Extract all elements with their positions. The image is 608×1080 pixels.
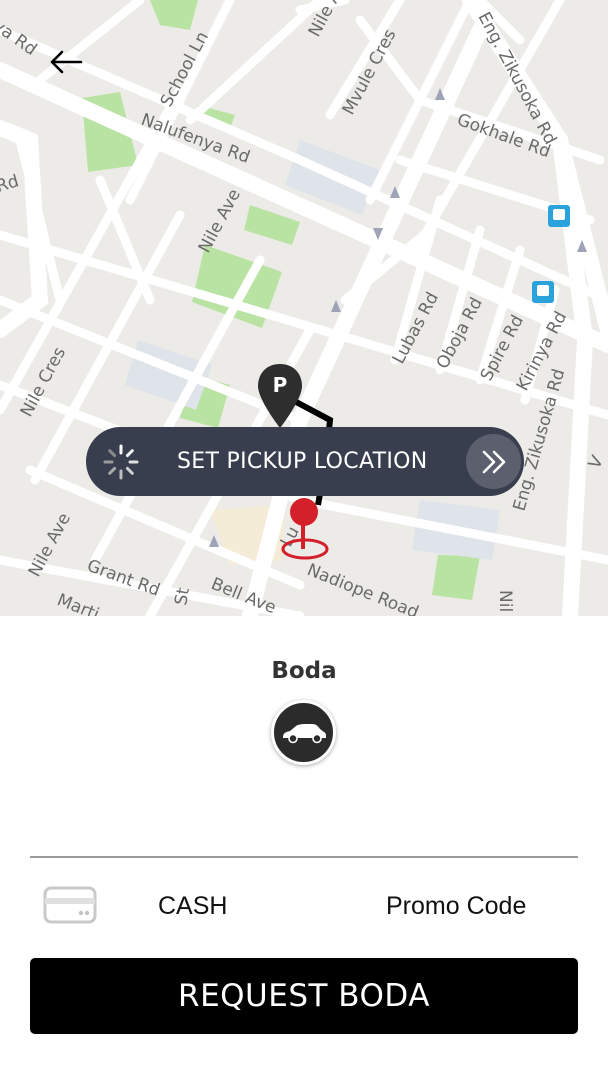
bus-stop-icon[interactable] — [532, 281, 554, 303]
arrow-left-icon — [50, 50, 83, 74]
street-label: St — [171, 586, 194, 607]
divider — [30, 856, 578, 858]
street-label: Nadiope Road — [304, 560, 421, 616]
street-label: V — [585, 452, 608, 472]
payment-method[interactable]: CASH — [158, 892, 227, 921]
street-label: Marti — [54, 590, 102, 616]
street-label: Rd — [0, 171, 21, 196]
double-chevron-right-icon — [482, 450, 505, 473]
parking-marker-label: P — [273, 373, 288, 397]
request-boda-button[interactable]: REQUEST BODA — [30, 958, 578, 1034]
bus-stop-icon[interactable] — [548, 205, 570, 227]
service-option-button[interactable] — [271, 700, 336, 765]
car-icon — [282, 723, 326, 743]
promo-code-button[interactable]: Promo Code — [386, 892, 526, 921]
map-view[interactable]: ya Rd School Ln Nile Ave Mvule Cres Eng.… — [0, 0, 608, 616]
back-button[interactable] — [42, 42, 90, 82]
confirm-pickup-button[interactable] — [466, 434, 521, 489]
street-label: Grant Rd — [84, 556, 162, 601]
loading-spinner-icon — [103, 444, 139, 480]
street-label: ya Rd — [0, 16, 40, 60]
service-name: Boda — [271, 658, 337, 684]
pickup-label: SET PICKUP LOCATION — [177, 449, 428, 474]
street-label: Nil — [495, 590, 515, 612]
credit-card-icon — [43, 886, 97, 924]
map-canvas[interactable]: ya Rd School Ln Nile Ave Mvule Cres Eng.… — [0, 0, 608, 616]
street-label: Nile Ave — [195, 186, 245, 256]
